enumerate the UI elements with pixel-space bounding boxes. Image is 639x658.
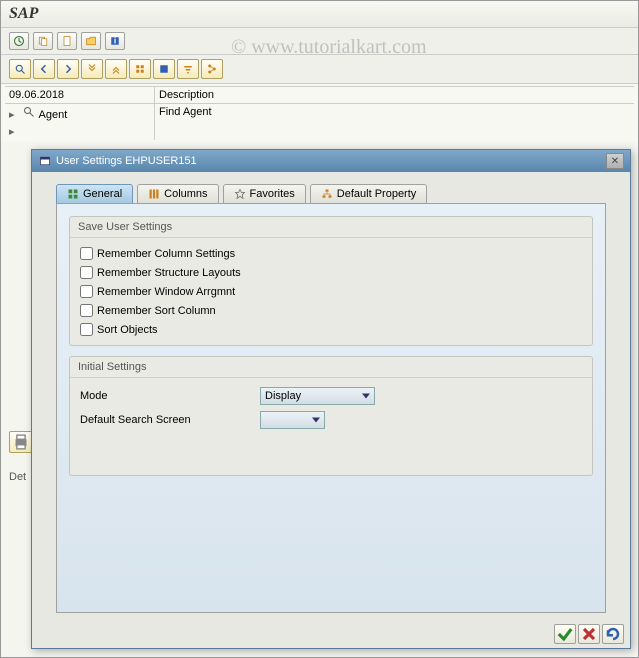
tab-content: Save User Settings Remember Column Setti… <box>56 203 606 613</box>
checkbox-label: Sort Objects <box>97 324 158 336</box>
dialog-title-text: User Settings EHPUSER151 <box>56 155 197 167</box>
checkbox-label: Remember Structure Layouts <box>97 267 241 279</box>
tree-column-date: 09.06.2018 <box>5 87 155 103</box>
checkbox-label: Remember Window Arrgmnt <box>97 286 235 298</box>
secondary-toolbar <box>1 55 638 84</box>
details-label: Det <box>9 471 33 483</box>
tab-label: Favorites <box>250 188 295 200</box>
nav-search-button[interactable] <box>9 59 31 79</box>
info-button[interactable]: i <box>105 32 125 50</box>
favorites-icon <box>234 188 246 200</box>
tree-view: 09.06.2018 Description ▸ Agent Find Agen… <box>1 84 638 142</box>
tree-row[interactable]: ▸ <box>5 123 634 140</box>
app-title-bar: SAP <box>1 1 638 28</box>
nav-left-button[interactable] <box>33 59 55 79</box>
nav-right-button[interactable] <box>57 59 79 79</box>
clock-button[interactable] <box>9 32 29 50</box>
tabstrip: General Columns Favorites Default Proper… <box>32 172 630 203</box>
print-button[interactable] <box>9 431 33 453</box>
tree-row[interactable]: ▸ Agent Find Agent <box>5 104 634 123</box>
remember-structure-checkbox[interactable] <box>80 266 93 279</box>
expand-icon[interactable]: ▸ <box>9 125 19 138</box>
tab-label: General <box>83 188 122 200</box>
svg-text:i: i <box>114 36 116 45</box>
app-title: SAP <box>9 5 38 22</box>
dialog-footer <box>554 624 624 644</box>
cancel-button[interactable] <box>578 624 600 644</box>
mode-select[interactable]: Display <box>260 387 375 405</box>
save-settings-group: Save User Settings Remember Column Setti… <box>69 216 593 346</box>
tree-header: 09.06.2018 Description <box>5 86 634 104</box>
remember-sort-checkbox[interactable] <box>80 304 93 317</box>
user-settings-dialog: User Settings EHPUSER151 ✕ General Colum… <box>31 149 631 649</box>
tab-label: Columns <box>164 188 207 200</box>
nav-tree-button[interactable] <box>201 59 223 79</box>
dialog-titlebar: User Settings EHPUSER151 ✕ <box>32 150 630 172</box>
columns-icon <box>148 188 160 200</box>
refresh-button[interactable] <box>602 624 624 644</box>
general-icon <box>67 188 79 200</box>
copy-button[interactable] <box>33 32 53 50</box>
tab-label: Default Property <box>337 188 416 200</box>
expand-icon[interactable]: ▸ <box>9 108 19 121</box>
left-sidebar: Det <box>9 431 33 483</box>
remember-window-checkbox[interactable] <box>80 285 93 298</box>
initial-settings-group: Initial Settings Mode Display Default Se… <box>69 356 593 476</box>
ok-button[interactable] <box>554 624 576 644</box>
remember-columns-checkbox[interactable] <box>80 247 93 260</box>
mode-label: Mode <box>80 390 260 402</box>
checkbox-label: Remember Column Settings <box>97 248 235 260</box>
folder-button[interactable] <box>81 32 101 50</box>
nav-expand-button[interactable] <box>81 59 103 79</box>
tree-item-label: Agent <box>39 109 68 121</box>
tab-columns[interactable]: Columns <box>137 184 218 203</box>
group-title: Initial Settings <box>70 357 592 378</box>
nav-collapse-button[interactable] <box>105 59 127 79</box>
search-screen-select[interactable] <box>260 411 325 429</box>
nav-filter-button[interactable] <box>177 59 199 79</box>
search-screen-label: Default Search Screen <box>80 414 260 426</box>
sort-objects-checkbox[interactable] <box>80 323 93 336</box>
main-toolbar: i <box>1 28 638 55</box>
tab-default-property[interactable]: Default Property <box>310 184 427 203</box>
tree-column-description: Description <box>155 87 634 103</box>
hierarchy-icon <box>321 188 333 200</box>
agent-icon <box>22 106 36 118</box>
nav-blue-button[interactable] <box>153 59 175 79</box>
tab-general[interactable]: General <box>56 184 133 203</box>
tab-favorites[interactable]: Favorites <box>223 184 306 203</box>
tree-item-desc: Find Agent <box>155 104 634 123</box>
document-button[interactable] <box>57 32 77 50</box>
close-button[interactable]: ✕ <box>606 153 624 169</box>
nav-grid-button[interactable] <box>129 59 151 79</box>
checkbox-label: Remember Sort Column <box>97 305 216 317</box>
dialog-icon <box>38 155 52 167</box>
group-title: Save User Settings <box>70 217 592 238</box>
